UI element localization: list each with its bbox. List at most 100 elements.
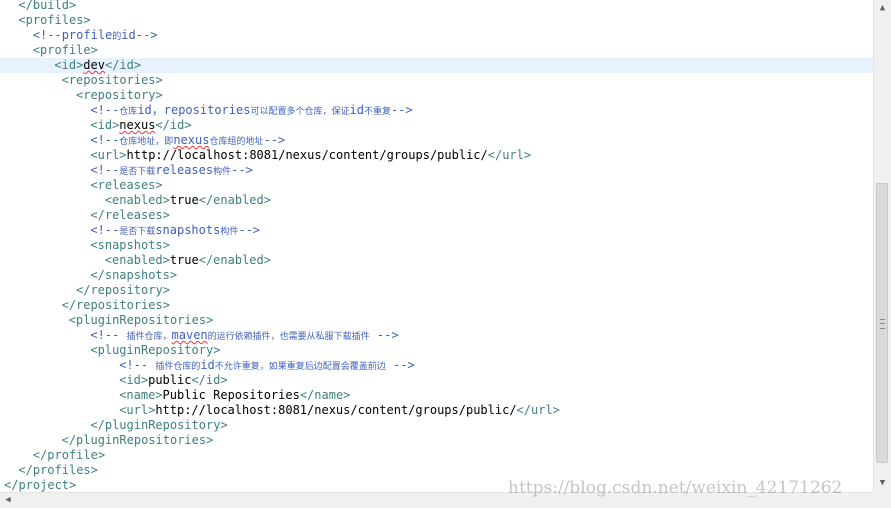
code-line[interactable]: <!--profile的id--> bbox=[0, 28, 873, 43]
code-line[interactable]: </build> bbox=[0, 0, 873, 13]
xml-comment: <!-- bbox=[90, 163, 120, 177]
code-line-content: </build> bbox=[18, 0, 76, 13]
xml-tag: </url> bbox=[487, 148, 532, 162]
xml-comment: 构件 bbox=[213, 167, 232, 177]
xml-tag: </id> bbox=[155, 118, 192, 132]
code-line-content: </profiles> bbox=[18, 463, 97, 478]
code-line-content: <enabled>true</enabled> bbox=[105, 193, 271, 208]
code-line[interactable]: <!--是否下载releases构件--> bbox=[0, 163, 873, 178]
code-line[interactable]: </releases> bbox=[0, 208, 873, 223]
xml-tag: </id> bbox=[104, 58, 142, 72]
code-line[interactable]: <!--仓库地址，即nexus仓库组的地址--> bbox=[0, 133, 873, 148]
code-line-content: <releases> bbox=[90, 178, 162, 193]
xml-tag: <repositories> bbox=[61, 73, 163, 87]
scrollbar-grip-icon bbox=[880, 319, 885, 329]
code-line[interactable]: <!-- 插件仓库的id不允许重复，如果重复后边配置会覆盖前边 --> bbox=[0, 358, 873, 373]
code-line[interactable]: </repositories> bbox=[0, 298, 873, 313]
code-line-content: <url>http://localhost:8081/nexus/content… bbox=[90, 148, 531, 163]
xml-text: true bbox=[169, 253, 199, 267]
code-line-content: <profiles> bbox=[18, 13, 90, 28]
xml-code-editor[interactable]: </build> <profiles> <!--profile的id--> <prof… bbox=[0, 0, 873, 492]
xml-tag: <pluginRepository> bbox=[90, 343, 221, 357]
code-line[interactable]: <profiles> bbox=[0, 13, 873, 28]
xml-comment: id--> bbox=[121, 28, 158, 42]
xml-comment: --> bbox=[238, 223, 261, 237]
xml-comment: 仓库 bbox=[119, 107, 138, 117]
xml-tag: <name> bbox=[119, 388, 163, 402]
code-line-content: <enabled>true</enabled> bbox=[105, 253, 271, 268]
xml-tag: <url> bbox=[119, 403, 156, 417]
code-line[interactable]: <pluginRepository> bbox=[0, 343, 873, 358]
code-line[interactable]: </pluginRepositories> bbox=[0, 433, 873, 448]
code-line-content: </pluginRepositories> bbox=[62, 433, 214, 448]
xml-comment: 可以配置多个仓库，保证 bbox=[250, 107, 350, 117]
code-line[interactable]: <repositories> bbox=[0, 73, 873, 88]
code-line[interactable]: </snapshots> bbox=[0, 268, 873, 283]
code-line[interactable]: <id>public</id> bbox=[0, 373, 873, 388]
code-line[interactable]: <url>http://localhost:8081/nexus/content… bbox=[0, 403, 873, 418]
code-line[interactable]: <!-- 插件仓库，maven的运行依赖插件，也需要从私服下载插件 --> bbox=[0, 328, 873, 343]
xml-comment: --> bbox=[231, 163, 253, 177]
xml-tag: <profile> bbox=[32, 43, 98, 57]
xml-comment: releases bbox=[155, 163, 214, 177]
xml-tag: <releases> bbox=[90, 178, 163, 192]
code-line[interactable]: <pluginRepositories> bbox=[0, 313, 873, 328]
code-line[interactable]: </repository> bbox=[0, 283, 873, 298]
xml-tag: </pluginRepository> bbox=[90, 418, 228, 432]
xml-comment: --> bbox=[390, 103, 413, 117]
vertical-scrollbar[interactable]: ▲ ▼ bbox=[873, 0, 891, 492]
xml-comment: 的运行依赖插件，也需要从私服下载插件 bbox=[207, 332, 370, 342]
code-line[interactable]: </pluginRepository> bbox=[0, 418, 873, 433]
xml-comment: snapshots bbox=[155, 223, 221, 237]
code-line-content: <id>nexus</id> bbox=[90, 118, 191, 133]
xml-comment: nexus bbox=[173, 133, 210, 147]
code-line[interactable]: <snapshots> bbox=[0, 238, 873, 253]
code-line[interactable]: <url>http://localhost:8081/nexus/content… bbox=[0, 148, 873, 163]
xml-comment: <!-- bbox=[90, 133, 120, 147]
xml-tag: </profiles> bbox=[18, 463, 98, 477]
xml-comment: --> bbox=[263, 133, 286, 147]
code-line-content: <id>dev</id> bbox=[54, 58, 141, 73]
code-line[interactable]: <enabled>true</enabled> bbox=[0, 253, 873, 268]
scroll-up-arrow-icon[interactable]: ▲ bbox=[874, 0, 891, 17]
xml-comment: 的 bbox=[112, 32, 122, 42]
code-line[interactable]: <enabled>true</enabled> bbox=[0, 193, 873, 208]
code-line[interactable]: <releases> bbox=[0, 178, 873, 193]
xml-comment: id bbox=[200, 358, 215, 372]
xml-comment: --> bbox=[369, 328, 399, 342]
xml-comment: 仓库组的地址 bbox=[209, 137, 264, 147]
code-line[interactable]: <id>nexus</id> bbox=[0, 118, 873, 133]
code-line[interactable]: </profiles> bbox=[0, 463, 873, 478]
code-line[interactable]: <id>dev</id> bbox=[0, 58, 873, 73]
code-line[interactable]: <repository> bbox=[0, 88, 873, 103]
xml-tag: </build> bbox=[18, 0, 77, 12]
code-line[interactable]: <name>Public Repositories</name> bbox=[0, 388, 873, 403]
xml-tag: <snapshots> bbox=[90, 238, 170, 252]
code-line[interactable]: <!--仓库id，repositories可以配置多个仓库，保证id不重复--> bbox=[0, 103, 873, 118]
code-line-content: <pluginRepository> bbox=[90, 343, 220, 358]
code-line-content: <snapshots> bbox=[90, 238, 169, 253]
xml-tag: <pluginRepositories> bbox=[68, 313, 214, 327]
code-line[interactable]: </profile> bbox=[0, 448, 873, 463]
code-line[interactable]: <!--是否下载snapshots构件--> bbox=[0, 223, 873, 238]
code-line-content: </profile> bbox=[33, 448, 105, 463]
xml-comment: <!-- bbox=[90, 223, 120, 237]
xml-comment: 不重复 bbox=[363, 107, 391, 117]
watermark-text: https://blog.csdn.net/weixin_42171262 bbox=[508, 478, 843, 498]
vertical-scrollbar-thumb[interactable] bbox=[876, 183, 888, 463]
xml-comment: id bbox=[349, 103, 364, 117]
xml-tag: </snapshots> bbox=[90, 268, 178, 282]
code-line-content: <pluginRepositories> bbox=[69, 313, 214, 328]
scroll-left-arrow-icon[interactable]: ◀ bbox=[0, 493, 16, 508]
xml-tag: <profiles> bbox=[18, 13, 91, 27]
code-line-content: </snapshots> bbox=[90, 268, 177, 283]
xml-tag: <id> bbox=[119, 373, 149, 387]
code-line-content: <repositories> bbox=[62, 73, 163, 88]
xml-tag: </repository> bbox=[76, 283, 170, 297]
xml-tag: </id> bbox=[191, 373, 228, 387]
xml-text: dev bbox=[83, 58, 105, 72]
code-line[interactable]: <profile> bbox=[0, 43, 873, 58]
xml-text: http://localhost:8081/nexus/content/grou… bbox=[126, 148, 488, 162]
scroll-down-arrow-icon[interactable]: ▼ bbox=[874, 475, 891, 492]
xml-comment: 构件 bbox=[220, 227, 239, 237]
